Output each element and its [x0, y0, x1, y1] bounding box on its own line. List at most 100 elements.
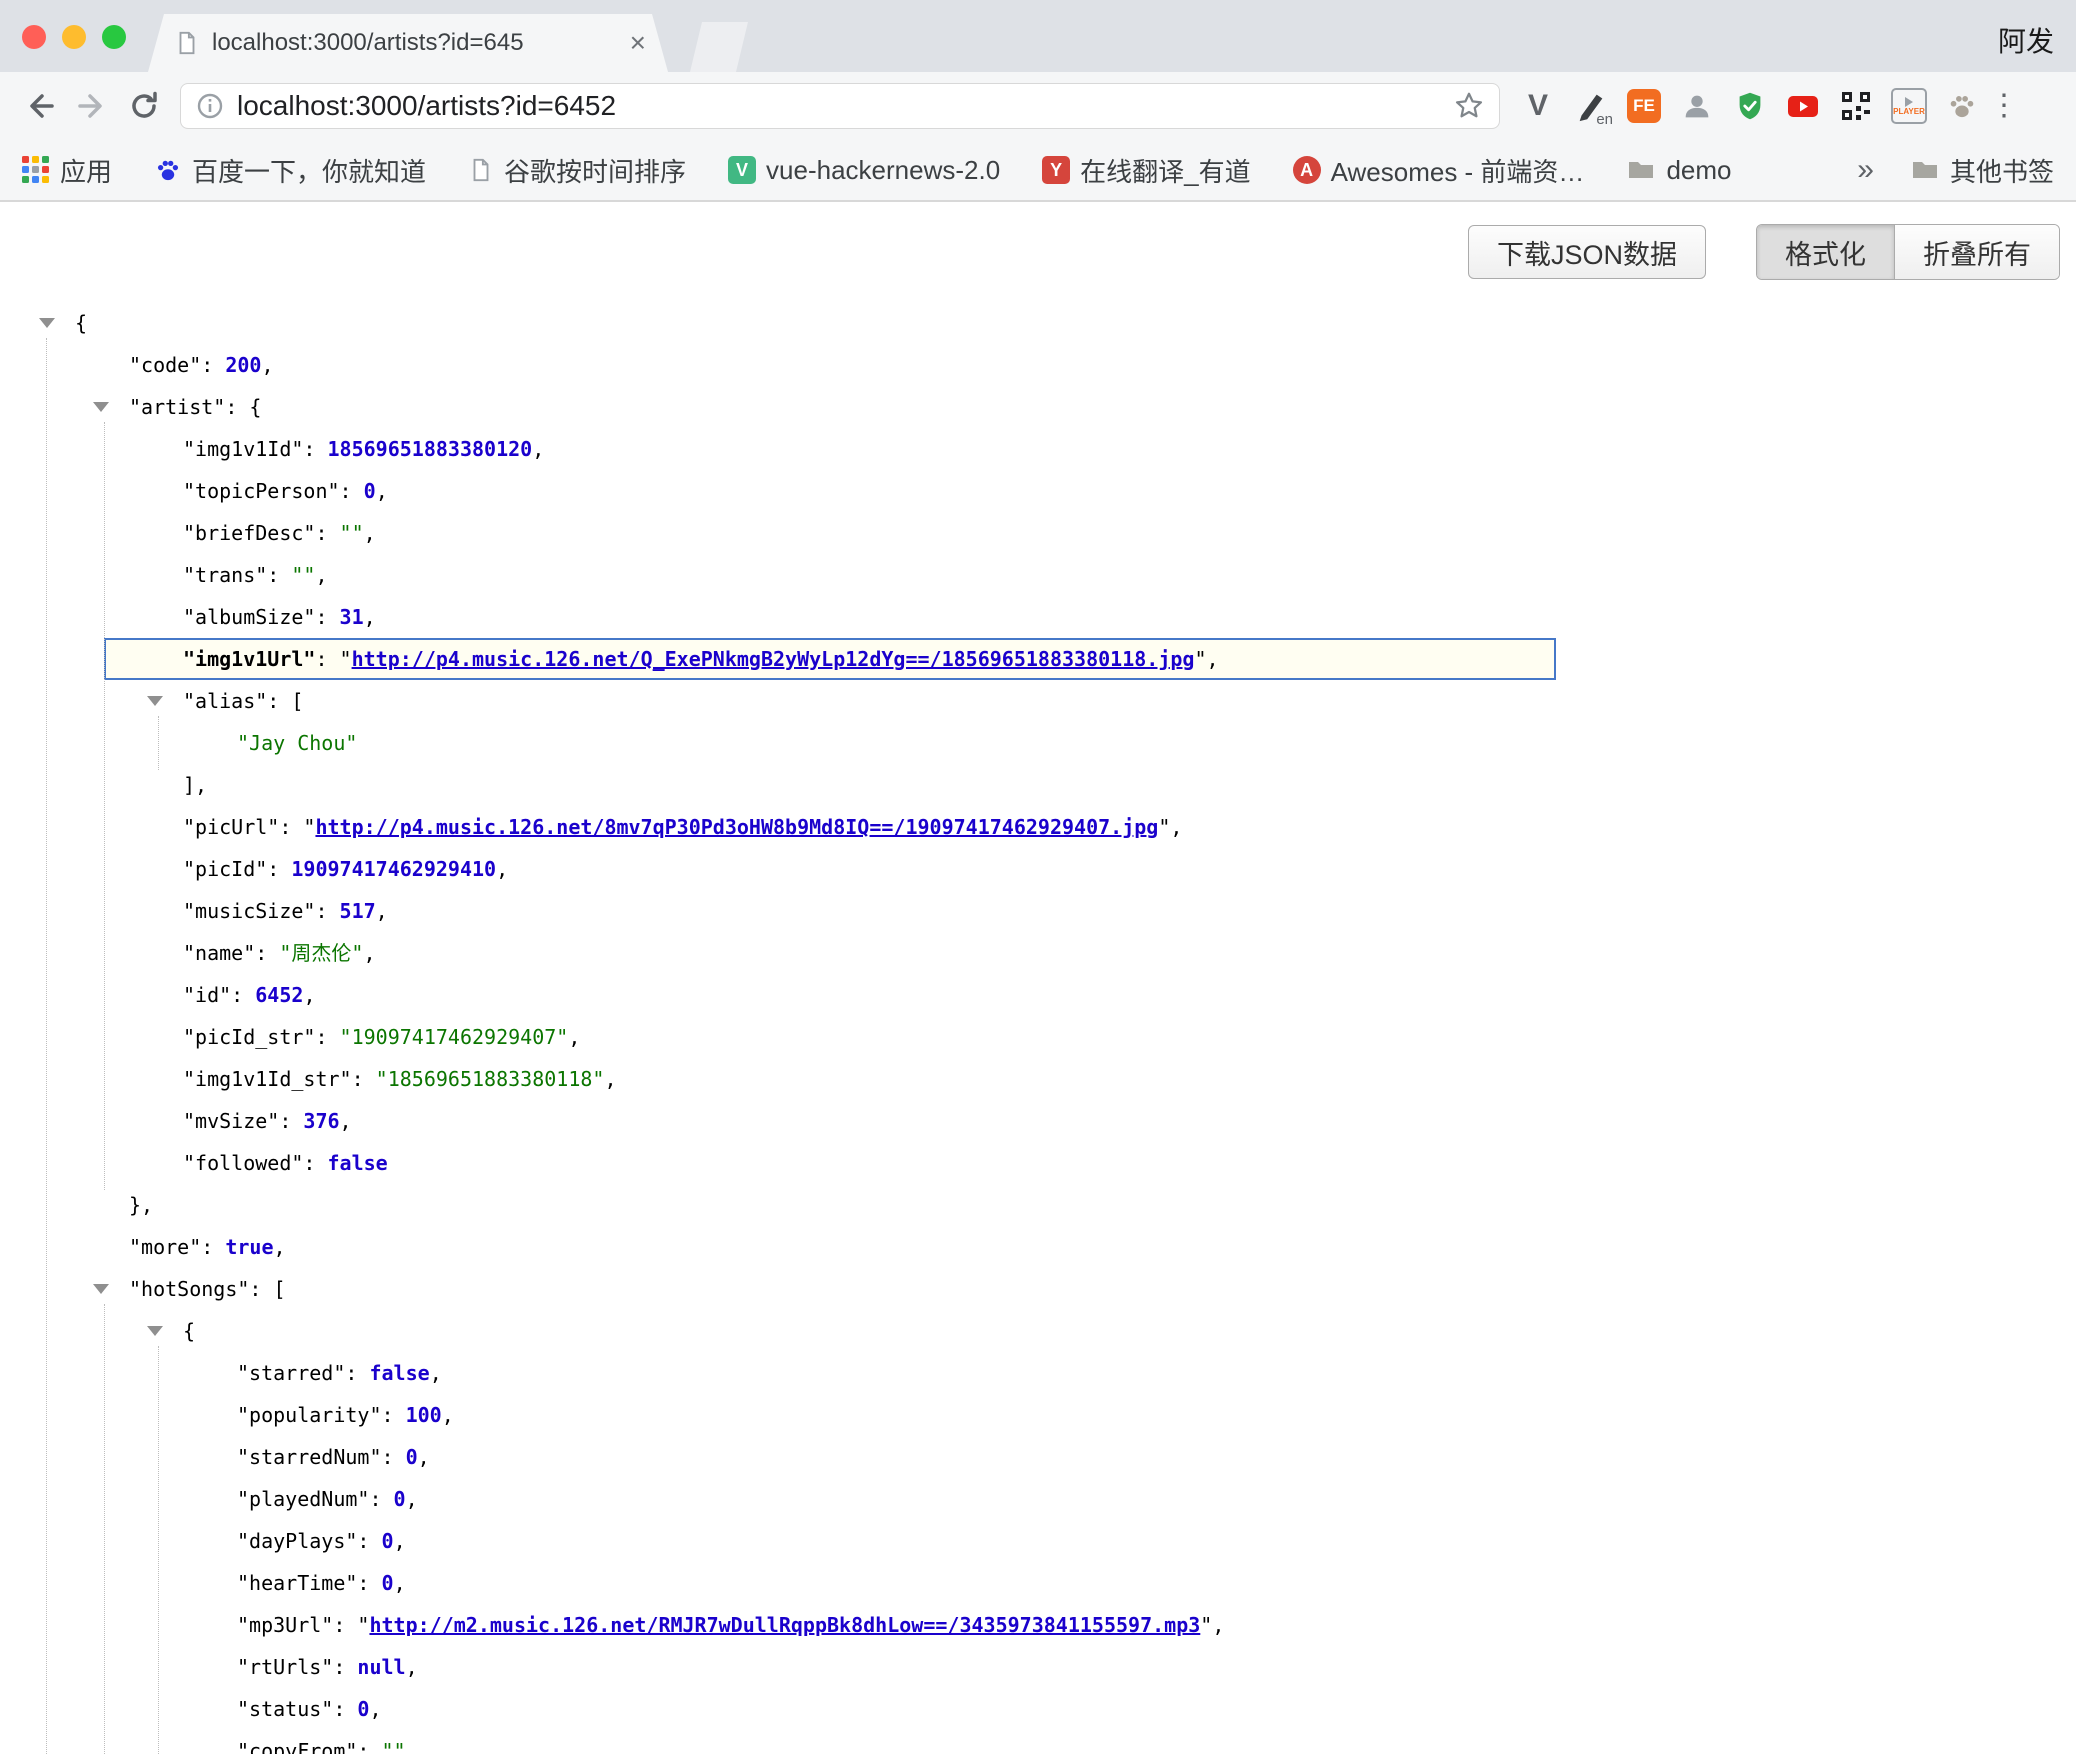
bookmark-item[interactable]: 谷歌按时间排序: [468, 152, 686, 189]
json-url-link[interactable]: http://p4.music.126.net/Q_ExePNkmgB2yWyL…: [352, 647, 1195, 671]
bookmark-item[interactable]: Y 在线翻译_有道: [1042, 152, 1250, 189]
bookmark-item[interactable]: AAwesomes - 前端资…: [1293, 152, 1585, 189]
view-mode-group: 格式化 折叠所有: [1756, 224, 2060, 280]
forward-button[interactable]: [66, 80, 118, 132]
json-token: : {: [225, 395, 261, 419]
other-bookmarks-folder[interactable]: 其他书签: [1910, 152, 2054, 189]
json-token: :: [231, 983, 255, 1007]
json-token: ,: [406, 1655, 418, 1679]
json-key: "name": [183, 941, 255, 965]
json-token: :: [333, 1655, 357, 1679]
bookmark-item[interactable]: Vvue-hackernews-2.0: [728, 155, 1000, 186]
bookmarks-overflow-icon[interactable]: »: [1857, 153, 1874, 187]
indent-guide: [104, 1304, 105, 1754]
json-token: 100: [406, 1403, 442, 1427]
bookmarks-bar: 应用 百度一下，你就知道 谷歌按时间排序 Vvue-hackernews-2.0 Y 在线…: [0, 140, 2076, 202]
bookmark-item[interactable]: demo: [1626, 155, 1731, 186]
profile-name[interactable]: 阿发: [1998, 20, 2054, 60]
json-key: "mvSize": [183, 1109, 279, 1133]
indent-guide: [158, 1346, 159, 1754]
bookmark-label: 应用: [60, 152, 112, 189]
json-token: 0: [357, 1697, 369, 1721]
json-key: "starred": [237, 1361, 345, 1385]
bookmarks-list: 应用 百度一下，你就知道 谷歌按时间排序 Vvue-hackernews-2.0 Y 在线…: [22, 152, 1731, 189]
baidu-paw-icon: [154, 156, 182, 184]
paw-icon[interactable]: [1942, 86, 1982, 126]
json-token: : [: [267, 689, 303, 713]
json-line: "img1v1Id_str": "18569651883380118",: [0, 1058, 2076, 1100]
new-tab-button[interactable]: [690, 22, 748, 72]
json-line: ],: [0, 764, 2076, 806]
indent-guide: [158, 716, 159, 770]
browser-tab[interactable]: localhost:3000/artists?id=645 ×: [148, 14, 668, 72]
collapse-toggle-icon[interactable]: [93, 402, 109, 412]
json-token: :: [201, 1235, 225, 1259]
json-viewer: {"code": 200,"artist": {"img1v1Id": 1856…: [0, 302, 2076, 1754]
menu-dots-icon[interactable]: ⋮: [1982, 80, 2026, 132]
json-url-link[interactable]: http://m2.music.126.net/RMJR7wDullRqppBk…: [369, 1613, 1200, 1637]
translate-pen-icon[interactable]: en: [1571, 86, 1611, 126]
json-token: :: [267, 563, 291, 587]
shield-icon[interactable]: [1730, 86, 1770, 126]
json-token: :: [279, 1109, 303, 1133]
json-key: "playedNum": [237, 1487, 369, 1511]
json-token: 19097417462929410: [291, 857, 496, 881]
url-input[interactable]: localhost:3000/artists?id=6452: [237, 90, 1453, 122]
bookmark-label: 谷歌按时间排序: [504, 152, 686, 189]
download-json-button[interactable]: 下载JSON数据: [1468, 225, 1706, 279]
collapse-toggle-icon[interactable]: [147, 1326, 163, 1336]
vimium-icon[interactable]: V: [1518, 86, 1558, 126]
json-line: "rtUrls": null,: [0, 1646, 2076, 1688]
site-info-icon[interactable]: [195, 91, 225, 121]
player-icon[interactable]: PLAYER: [1889, 86, 1929, 126]
bookmark-star-icon[interactable]: [1453, 90, 1485, 122]
json-line: },: [0, 1184, 2076, 1226]
collapse-toggle-icon[interactable]: [93, 1284, 109, 1294]
json-url-link[interactable]: http://p4.music.126.net/8mv7qP30Pd3oHW8b…: [315, 815, 1158, 839]
json-key: "id": [183, 983, 231, 1007]
bookmark-item[interactable]: 百度一下，你就知道: [154, 152, 426, 189]
json-line: "hearTime": 0,: [0, 1562, 2076, 1604]
json-token: ,: [315, 563, 327, 587]
youtube-icon[interactable]: [1783, 86, 1823, 126]
bookmark-label: 在线翻译_有道: [1080, 152, 1250, 189]
youdao-icon: Y: [1042, 156, 1070, 184]
json-line: "status": 0,: [0, 1688, 2076, 1730]
json-token: ,: [364, 521, 376, 545]
format-button[interactable]: 格式化: [1757, 225, 1894, 279]
qr-icon[interactable]: [1836, 86, 1876, 126]
json-token: : ": [333, 1613, 369, 1637]
json-key: "copyFrom": [237, 1739, 357, 1754]
json-token: ,: [604, 1067, 616, 1091]
json-line: "alias": [: [0, 680, 2076, 722]
json-line: "followed": false: [0, 1142, 2076, 1184]
json-line: "Jay Chou": [0, 722, 2076, 764]
indent-guide: [46, 338, 47, 1754]
json-token: {: [75, 311, 87, 335]
json-token: ,: [376, 899, 388, 923]
json-line: "artist": {: [0, 386, 2076, 428]
json-token: "19097417462929407": [340, 1025, 569, 1049]
tab-close-icon[interactable]: ×: [630, 29, 646, 57]
collapse-all-button[interactable]: 折叠所有: [1894, 225, 2059, 279]
address-bar[interactable]: localhost:3000/artists?id=6452: [180, 83, 1500, 129]
close-window-button[interactable]: [22, 25, 46, 49]
json-token: ,: [406, 1487, 418, 1511]
bookmark-item[interactable]: 应用: [22, 152, 112, 189]
bookmark-label: Awesomes - 前端资…: [1331, 152, 1585, 189]
page-content: 下载JSON数据 格式化 折叠所有 {"code": 200,"artist":…: [0, 202, 2076, 1754]
person-icon[interactable]: [1677, 86, 1717, 126]
fe-icon[interactable]: FE: [1624, 86, 1664, 126]
maximize-window-button[interactable]: [102, 25, 126, 49]
json-line: "picUrl": "http://p4.music.126.net/8mv7q…: [0, 806, 2076, 848]
collapse-toggle-icon[interactable]: [147, 696, 163, 706]
reload-button[interactable]: [118, 80, 170, 132]
json-line: {: [0, 302, 2076, 344]
back-button[interactable]: [14, 80, 66, 132]
minimize-window-button[interactable]: [62, 25, 86, 49]
json-token: ,: [340, 1109, 352, 1133]
collapse-toggle-icon[interactable]: [39, 318, 55, 328]
json-token: ,: [394, 1571, 406, 1595]
json-token: ,: [568, 1025, 580, 1049]
json-line: "albumSize": 31,: [0, 596, 2076, 638]
